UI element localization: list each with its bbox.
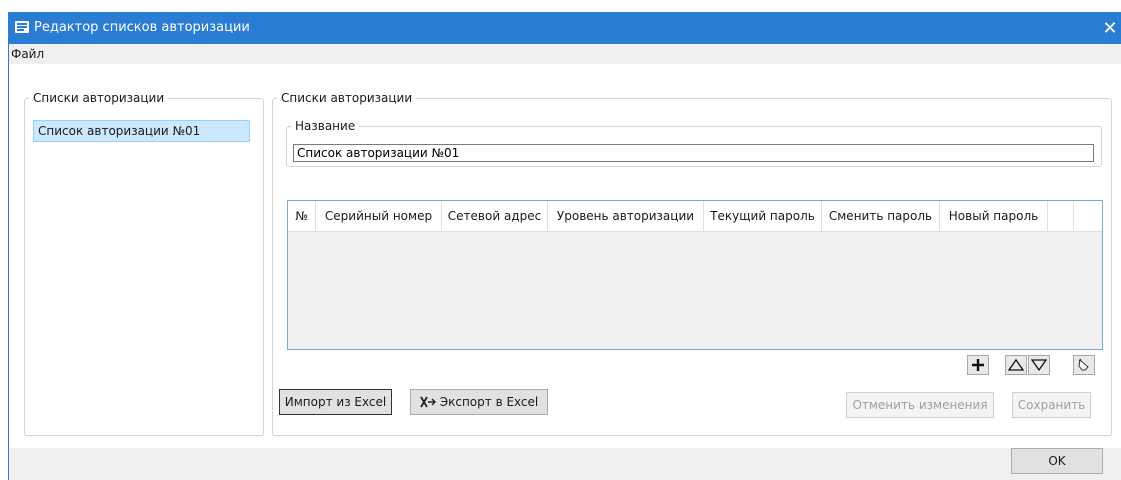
- move-down-button[interactable]: [1028, 355, 1050, 375]
- details-panel-legend: Списки авторизации: [281, 91, 413, 105]
- eraser-icon: [1078, 358, 1089, 371]
- list-details-panel: Списки авторизации Название № Серийный н…: [272, 91, 1112, 436]
- ok-label: OK: [1048, 454, 1066, 468]
- lists-panel: Списки авторизации Список авторизации №0…: [24, 91, 264, 436]
- cancel-changes-button[interactable]: Отменить изменения: [846, 392, 994, 418]
- export-excel-label: Экспорт в Excel: [439, 395, 539, 409]
- name-input[interactable]: [293, 144, 1094, 162]
- authorization-table[interactable]: № Серийный номер Сетевой адрес Уровень а…: [287, 200, 1103, 350]
- app-icon: [15, 21, 29, 33]
- name-label: Название: [295, 119, 356, 133]
- add-icon: [972, 359, 984, 371]
- move-up-button[interactable]: [1005, 355, 1027, 375]
- save-label: Сохранить: [1017, 398, 1086, 412]
- title-bar: Редактор списков авторизации ✕: [9, 12, 1121, 44]
- column-header[interactable]: Серийный номер: [316, 201, 442, 231]
- column-header[interactable]: №: [288, 201, 316, 231]
- lists-panel-legend: Списки авторизации: [33, 91, 165, 105]
- column-header[interactable]: Новый пароль: [940, 201, 1048, 231]
- move-up-icon: [1008, 359, 1024, 371]
- import-excel-label: Импорт из Excel: [284, 395, 387, 409]
- list-item[interactable]: Список авторизации №01: [33, 120, 250, 142]
- move-down-icon: [1031, 359, 1047, 371]
- column-header[interactable]: Текущий пароль: [704, 201, 822, 231]
- excel-export-icon: [419, 396, 436, 408]
- clear-button[interactable]: [1073, 355, 1095, 375]
- name-group: Название: [286, 119, 1102, 167]
- column-header[interactable]: Сменить пароль: [822, 201, 940, 231]
- save-button[interactable]: Сохранить: [1012, 392, 1091, 418]
- menu-bar: Файл: [9, 44, 1121, 64]
- add-row-button[interactable]: [967, 355, 989, 375]
- close-icon: ✕: [1102, 17, 1118, 39]
- content-area: Списки авторизации Список авторизации №0…: [9, 64, 1121, 448]
- menu-file[interactable]: Файл: [11, 47, 44, 61]
- ok-button[interactable]: OK: [1011, 448, 1103, 474]
- close-button[interactable]: ✕: [1099, 12, 1121, 44]
- column-header-filler: [1048, 201, 1074, 231]
- column-header[interactable]: Уровень авторизации: [548, 201, 704, 231]
- dialog-window: Редактор списков авторизации ✕ Файл Спис…: [8, 12, 1121, 480]
- import-excel-button[interactable]: Импорт из Excel: [279, 389, 392, 415]
- cancel-changes-label: Отменить изменения: [852, 398, 988, 412]
- window-title: Редактор списков авторизации: [34, 20, 250, 35]
- table-header: № Серийный номер Сетевой адрес Уровень а…: [288, 201, 1102, 232]
- export-excel-button[interactable]: Экспорт в Excel: [410, 389, 548, 415]
- column-header[interactable]: Сетевой адрес: [442, 201, 548, 231]
